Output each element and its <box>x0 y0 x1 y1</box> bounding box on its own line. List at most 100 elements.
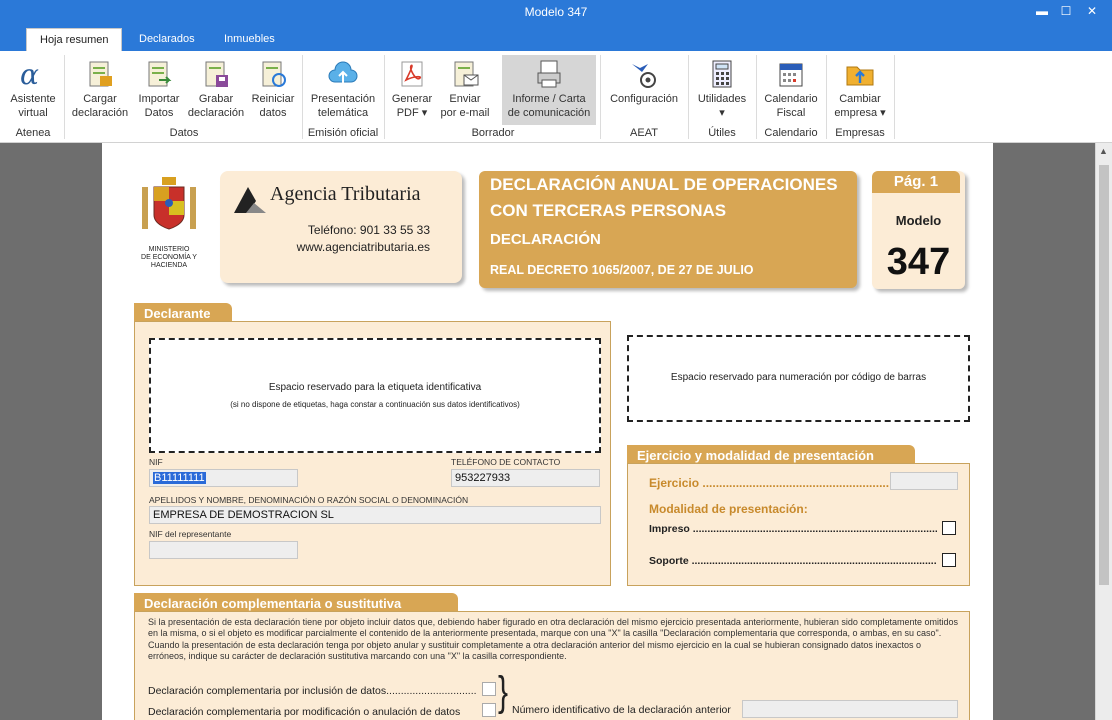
generar-pdf-button[interactable]: Generar PDF ▾ <box>388 55 436 125</box>
utilidades-button[interactable]: Utilidades ▾ <box>692 55 752 125</box>
ministry-line-1: MINISTERIO <box>148 246 190 253</box>
phone-field[interactable]: 953227933 <box>451 469 600 487</box>
cambiar-empresa-button[interactable]: Cambiar empresa ▾ <box>830 55 890 125</box>
barcode-space: Espacio reservado para numeración por có… <box>627 335 970 422</box>
modalidad-label: Modalidad de presentación: <box>649 502 808 516</box>
button-label: Reiniciar <box>251 93 295 105</box>
soporte-checkbox[interactable] <box>942 553 956 567</box>
group-label: Emisión oficial <box>307 127 379 139</box>
configuracion-button[interactable]: Configuración <box>604 55 684 125</box>
ministry-line-2: DE ECONOMÍA Y <box>141 254 197 261</box>
button-label: datos <box>259 107 287 119</box>
button-label: de comunicación <box>507 107 591 119</box>
maximize-button[interactable]: ☐ <box>1054 2 1078 20</box>
page-number: Pág. 1 <box>872 171 960 193</box>
agency-logo-icon <box>234 187 266 213</box>
barcode-text: Espacio reservado para numeración por có… <box>670 372 927 383</box>
modificacion-label: Declaración complementaria por modificac… <box>148 706 461 718</box>
modificacion-checkbox[interactable] <box>482 703 496 717</box>
reiniciar-datos-button[interactable]: Reiniciar datos <box>246 55 300 125</box>
representative-nif-label: NIF del representante <box>149 529 232 539</box>
save-icon <box>205 61 228 87</box>
button-label: Asistente <box>10 93 56 105</box>
complementaria-section: Si la presentación de esta declaración t… <box>134 611 970 720</box>
group-label: Calendario <box>764 127 818 139</box>
name-field[interactable]: EMPRESA DE DEMOSTRACION SL <box>149 506 601 524</box>
group-label: Datos <box>169 127 199 139</box>
agency-name: Agencia Tributaria <box>270 183 421 205</box>
tab-hoja-resumen[interactable]: Hoja resumen <box>26 28 123 51</box>
tab-inmuebles[interactable]: Inmuebles <box>211 28 288 51</box>
representative-nif-field[interactable] <box>149 541 298 559</box>
cargar-declaracion-button[interactable]: Cargar declaración <box>68 55 132 125</box>
folder-icon <box>846 66 874 86</box>
scroll-thumb[interactable] <box>1099 165 1109 585</box>
cloud-upload-icon <box>328 61 358 84</box>
group-label: AEAT <box>630 127 658 139</box>
soporte-label: Soporte ................................… <box>649 555 937 567</box>
nif-label: NIF <box>149 457 163 467</box>
refresh-icon <box>262 61 286 87</box>
button-label: virtual <box>18 107 48 119</box>
impreso-checkbox[interactable] <box>942 521 956 535</box>
ministry-logo: MINISTERIO DE ECONOMÍA Y HACIENDA <box>134 173 204 269</box>
presentacion-telematica-button[interactable]: Presentación telemática <box>306 55 380 125</box>
agency-box: Agencia Tributaria Teléfono: 901 33 55 3… <box>220 171 462 283</box>
calendario-fiscal-button[interactable]: Calendario Fiscal <box>760 55 822 125</box>
enviar-email-button[interactable]: Enviar por e-mail <box>436 55 494 125</box>
button-label: Calendario <box>764 93 818 105</box>
group-label: Borrador <box>471 127 515 139</box>
declarante-section: Espacio reservado para la etiqueta ident… <box>134 321 611 586</box>
form-title-box: DECLARACIÓN ANUAL DE OPERACIONES CON TER… <box>479 171 857 288</box>
button-label: PDF ▾ <box>396 107 428 119</box>
modelo-box: Pág. 1 Modelo 347 <box>872 171 965 289</box>
button-label: declaración <box>71 107 129 119</box>
button-label: telemática <box>317 107 369 119</box>
importar-datos-button[interactable]: Importar Datos <box>132 55 186 125</box>
informe-carta-button[interactable]: Informe / Carta de comunicación <box>502 55 596 125</box>
pdf-icon <box>401 61 423 87</box>
phone-label: TELÉFONO DE CONTACTO <box>451 457 561 467</box>
button-label: Configuración <box>610 93 678 105</box>
label-space: Espacio reservado para la etiqueta ident… <box>149 338 601 453</box>
group-label: Empresas <box>835 127 885 139</box>
minimize-button[interactable]: ▬ <box>1030 2 1054 20</box>
impreso-label: Impreso ................................… <box>649 523 937 535</box>
button-label: por e-mail <box>440 107 490 119</box>
document-canvas: MINISTERIO DE ECONOMÍA Y HACIENDA Agenci… <box>0 143 1095 720</box>
settings-icon <box>632 64 656 88</box>
name-label: APELLIDOS Y NOMBRE, DENOMINACIÓN O RAZÓN… <box>149 495 469 505</box>
tab-declarados[interactable]: Declarados <box>126 28 208 51</box>
nif-value: B11111111 <box>153 472 206 484</box>
button-label: Importar <box>138 93 180 105</box>
button-label: declaración <box>187 107 245 119</box>
complementaria-para-1: Si la presentación de esta declaración t… <box>148 617 958 638</box>
alpha-icon: α <box>20 58 39 90</box>
vertical-scrollbar[interactable]: ▲ <box>1095 143 1112 720</box>
asistente-virtual-button[interactable]: α Asistente virtual <box>4 55 62 125</box>
svg-text:α: α <box>20 58 39 90</box>
calendar-icon <box>779 63 803 87</box>
modelo-number: 347 <box>886 241 951 283</box>
button-label: ▾ <box>719 107 725 119</box>
close-button[interactable]: ✕ <box>1080 2 1104 20</box>
inclusion-label: Declaración complementaria por inclusión… <box>148 685 477 697</box>
ribbon-tabs: Hoja resumen Declarados Inmuebles <box>0 24 1112 51</box>
agency-web: www.agenciatributaria.es <box>296 240 430 254</box>
button-label: Presentación <box>310 93 376 105</box>
num-anterior-field[interactable] <box>742 700 958 718</box>
scroll-up-icon[interactable]: ▲ <box>1099 146 1108 156</box>
group-label: Útiles <box>708 127 736 139</box>
group-label: Atenea <box>15 127 51 139</box>
grabar-declaracion-button[interactable]: Grabar declaración <box>186 55 246 125</box>
ejercicio-field[interactable] <box>890 472 958 490</box>
form-page: MINISTERIO DE ECONOMÍA Y HACIENDA Agenci… <box>102 143 993 720</box>
inclusion-checkbox[interactable] <box>482 682 496 696</box>
button-label: Fiscal <box>776 107 806 119</box>
nif-field[interactable]: B11111111 <box>149 469 298 487</box>
title-line-1: DECLARACIÓN ANUAL DE OPERACIONES <box>490 175 838 194</box>
window-title: Modelo 347 <box>524 5 588 19</box>
title-line-3: DECLARACIÓN <box>490 231 601 248</box>
label-space-note: (si no dispone de etiquetas, haga consta… <box>230 400 520 409</box>
title-line-4: REAL DECRETO 1065/2007, DE 27 DE JULIO <box>490 263 754 277</box>
